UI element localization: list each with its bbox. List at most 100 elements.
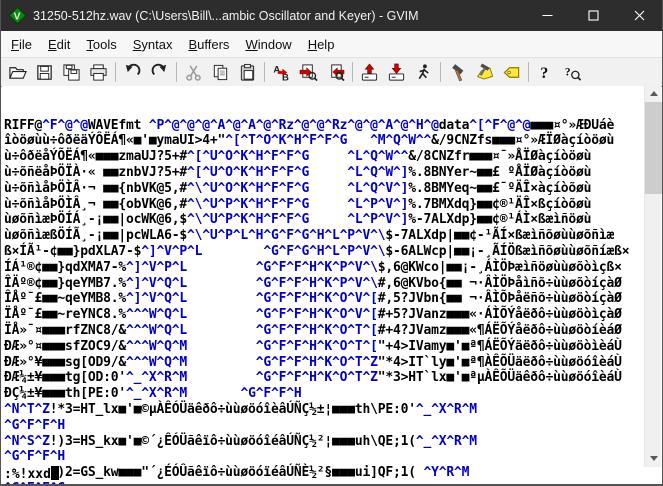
- save-session-button[interactable]: [383, 59, 410, 86]
- editor-line: ùøõñìæÞÖÍÁ¸-¡■■|ocWK@6,$^\^U^P^K^H^F^F^G…: [4, 212, 592, 228]
- toolbar-separator: [176, 62, 177, 82]
- vim-command-line[interactable]: :%!xxd: [2, 466, 59, 482]
- editor-line: ù÷õñìåÞÖÌÂ·¬ ■■{nbVK@5,#^\^U^O^K^H^F^F^G…: [4, 180, 592, 196]
- editor-line: ÏÅ»¯¤■■■rfZNC8/&^^^W^Q^L ^G^F^F^H^K^O^T^…: [4, 322, 622, 338]
- editor-line: ÎÅº¯£■■~qeYMB8.%^]^V^Q^L ^G^F^F^H^K^O^V^…: [4, 291, 622, 307]
- redo-button[interactable]: [146, 59, 173, 86]
- editor-line: ù÷õñìåÞÖÌÂ¸¬ ■■{obVK@6,#^\^U^P^K^H^F^F^G…: [4, 196, 592, 212]
- cut-button: [180, 59, 207, 86]
- svg-text:V: V: [14, 11, 21, 22]
- build-tags-icon: [475, 62, 494, 82]
- paste-icon: [238, 63, 257, 82]
- save-button[interactable]: [31, 59, 58, 86]
- help-icon: ?: [536, 63, 555, 82]
- find-prev-icon: [326, 63, 345, 82]
- print-icon: [89, 63, 108, 82]
- paste-button[interactable]: [234, 59, 261, 86]
- copy-button[interactable]: [207, 59, 234, 86]
- command-text: :%!xxd: [4, 467, 51, 482]
- load-session-icon: [360, 62, 379, 82]
- editor-line: ÐÆ»°¤■■■sfZOC9/&^^^W^Q^M ^G^F^F^H^K^O^T^…: [4, 338, 622, 354]
- scrollbar-down-button[interactable]: [645, 450, 662, 467]
- save-all-button[interactable]: [58, 59, 85, 86]
- menu-edit[interactable]: Edit: [40, 33, 78, 56]
- editor-line: ÍÁ¹®¢■■}qdXMA7-%^]^V^P^L ^G^F^F^H^K^P^V^…: [4, 259, 622, 275]
- editor-line: ^N^S^Z!)3=HS_kx■'■©´¿ÊÓÜãêïô÷ùùøöóîéâÚÑÇ…: [4, 433, 477, 449]
- cut-icon: [184, 63, 203, 82]
- gvim-window: V 31250-512hz.wav (C:\Users\Bill\...ambi…: [0, 0, 663, 486]
- editor-text-area[interactable]: RIFF@^F^@^@WAVEfmt ^P^@^@^@^A^@^A^@^Rz^@…: [2, 86, 644, 484]
- menu-syntax[interactable]: Syntax: [125, 33, 181, 56]
- menu-buffers[interactable]: Buffers: [180, 33, 237, 56]
- find-prev-button[interactable]: [322, 59, 349, 86]
- menu-file[interactable]: File: [3, 33, 40, 56]
- save-session-icon: [387, 63, 406, 82]
- tag-jump-icon: [502, 63, 521, 82]
- menu-tools[interactable]: Tools: [78, 33, 124, 56]
- editor-line: ÐÇ¼±¥■■■th[PE:0'^_^X^R^M ^G^F^F^H: [4, 386, 302, 402]
- text-cursor: [50, 466, 59, 480]
- menubar: File Edit Tools Syntax Buffers Window Help: [1, 31, 662, 57]
- editor-line: ÎÄº®¢■■}qeYMB7.%^]^V^Q^L ^G^F^F^H^K^P^V^…: [4, 275, 622, 291]
- editor-line: ^G^F^F^G: [2, 481, 644, 484]
- find-help-icon: ?: [563, 63, 582, 82]
- menu-window[interactable]: Window: [237, 33, 299, 56]
- undo-button[interactable]: [119, 59, 146, 86]
- minimize-icon: [542, 10, 553, 21]
- find-replace-icon: AB: [272, 63, 291, 82]
- editor-line: ÐÆ»°¥■■■sg[OD9/&^^^W^Q^M ^G^F^F^H^K^O^T^…: [4, 354, 622, 370]
- open-icon: [8, 63, 27, 82]
- gvim-logo-icon[interactable]: V: [9, 7, 26, 24]
- scrollbar-up-button[interactable]: [645, 85, 662, 102]
- editor-line: ^G^F^F^H: [4, 417, 66, 433]
- editor-line: ù÷õñëåÞÖÏÀ·« ■■znbVJ?5+#^[^U^O^K^H^F^F^G…: [4, 164, 592, 180]
- editor-line: ^N^S^Y!)2=GS_kw■■■"´¿ÉÓÛãêïô÷ùùøöóïéâÚÑÈ…: [4, 465, 470, 481]
- maximize-button[interactable]: [570, 0, 616, 31]
- find-next-button[interactable]: [295, 59, 322, 86]
- maximize-icon: [587, 10, 599, 21]
- window-title: 31250-512hz.wav (C:\Users\Bill\...ambic …: [33, 8, 419, 23]
- chevron-up-icon: [649, 91, 658, 96]
- svg-text:?: ?: [540, 65, 548, 82]
- help-button[interactable]: ?: [532, 59, 559, 86]
- editor-line: ù÷ôðëåÝÕËÁ¶«■■■zmaUJ?5+#^[^U^O^K^H^F^F^G…: [4, 149, 592, 165]
- find-replace-button[interactable]: AB: [268, 59, 295, 86]
- find-help-button[interactable]: ?: [559, 59, 586, 86]
- editor-line: ß×ÍÃ¹-¢■■}pdXLA7-$^]^V^P^L ^G^F^G^H^L^P^…: [4, 243, 630, 259]
- save-all-icon: [62, 63, 81, 82]
- make-icon: [448, 63, 467, 82]
- toolbar-separator: [115, 62, 116, 82]
- save-icon: [35, 63, 54, 82]
- load-session-button[interactable]: [356, 59, 383, 86]
- vertical-scrollbar[interactable]: [644, 85, 662, 467]
- editor-line: ^N^T^Z!*3=HT_lx■'■©µÀÊÓÜäêðô÷ùùøöóîèâÚÑÇ…: [4, 401, 477, 417]
- scrollbar-thumb[interactable]: [645, 102, 662, 194]
- run-script-icon: [414, 63, 433, 82]
- editor-line: îòöøùù÷ôðëäÝÔËÁ¶«■'■ymaUI>4+"^[^T^O^K^H^…: [4, 133, 615, 149]
- build-tags-button[interactable]: [471, 59, 498, 86]
- editor-line: ùøõñìæßÖÍÃ¸-¡■■|pcWLA6-$^\^U^P^L^H^G^F^G…: [4, 228, 615, 244]
- menu-help[interactable]: Help: [300, 33, 343, 56]
- toolbar-separator: [440, 62, 441, 82]
- titlebar: V 31250-512hz.wav (C:\Users\Bill\...ambi…: [1, 0, 662, 31]
- make-button[interactable]: [444, 59, 471, 86]
- find-next-icon: [299, 63, 318, 82]
- svg-text:?: ?: [565, 66, 571, 78]
- editor-line: RIFF@^F^@^@WAVEfmt ^P^@^@^@^A^@^A^@^Rz^@…: [4, 117, 615, 133]
- editor-lines: RIFF@^F^@^@WAVEfmt ^P^@^@^@^A^@^A^@^Rz^@…: [2, 118, 644, 484]
- open-button[interactable]: [4, 59, 31, 86]
- run-script-button[interactable]: [410, 59, 437, 86]
- minimize-button[interactable]: [524, 0, 570, 31]
- toolbar: A B??: [1, 57, 662, 87]
- toolbar-separator: [352, 62, 353, 82]
- close-button[interactable]: [616, 0, 662, 31]
- copy-icon: [211, 63, 230, 82]
- print-button[interactable]: [85, 59, 112, 86]
- undo-icon: [123, 63, 142, 82]
- toolbar-separator: [528, 62, 529, 82]
- tag-jump-button[interactable]: [498, 59, 525, 86]
- chevron-down-icon: [649, 456, 658, 461]
- window-controls: [524, 0, 662, 31]
- editor-line: ÏÅº¯£■■~reYNC8.%^^^W^Q^L ^G^F^F^H^K^O^V^…: [4, 307, 622, 323]
- close-icon: [634, 10, 645, 21]
